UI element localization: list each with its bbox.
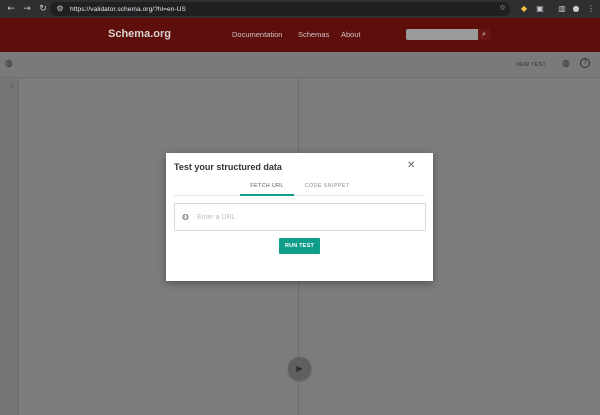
url-field[interactable]: ◍	[174, 203, 426, 231]
menu-icon[interactable]: ⋮	[585, 2, 597, 16]
line-number: 1	[11, 84, 14, 90]
new-test-button[interactable]: NEW TEST	[516, 62, 546, 68]
site-info-icon[interactable]: ⚙	[54, 3, 66, 15]
nav-documentation[interactable]: Documentation	[232, 30, 282, 39]
validator-toolbar: ◍ NEW TEST ◍ ?	[0, 52, 600, 78]
address-bar[interactable]: ⚙ https://validator.schema.org/?hl=en-US…	[50, 2, 510, 16]
test-dialog: Test your structured data ✕ FETCH URL CO…	[166, 153, 433, 281]
nav-schemas[interactable]: Schemas	[298, 30, 329, 39]
help-icon[interactable]: ?	[580, 58, 590, 68]
editor-gutter	[0, 79, 19, 415]
run-test-button[interactable]: RUN TEST	[279, 238, 320, 254]
run-icon[interactable]: ▶	[288, 357, 311, 380]
extensions-icon[interactable]: ▣	[534, 2, 546, 16]
globe-icon: ◍	[5, 59, 13, 69]
close-icon[interactable]: ✕	[407, 160, 415, 171]
site-header: Schema.org Documentation Schemas About ⌕	[0, 18, 600, 52]
site-logo[interactable]: Schema.org	[108, 28, 171, 40]
active-tab-indicator	[240, 194, 294, 196]
tag-extension-icon[interactable]: ◆	[518, 2, 530, 16]
search-input[interactable]	[406, 29, 478, 40]
globe-icon: ◍	[182, 212, 189, 221]
browser-toolbar: ← → ↻ ⚙ https://validator.schema.org/?hl…	[0, 0, 600, 18]
address-text[interactable]: https://validator.schema.org/?hl=en-US	[70, 6, 186, 13]
profile-icon[interactable]: ●	[570, 2, 582, 16]
language-icon[interactable]: ◍	[562, 59, 570, 69]
nav-about[interactable]: About	[341, 30, 361, 39]
tab-code-snippet[interactable]: CODE SNIPPET	[300, 183, 354, 189]
dialog-title: Test your structured data	[174, 162, 282, 172]
search-icon[interactable]: ⌕	[478, 29, 490, 40]
reload-icon[interactable]: ↻	[36, 2, 50, 16]
tab-fetch-url[interactable]: FETCH URL	[240, 183, 294, 189]
sidebar-icon[interactable]: ▥	[556, 2, 568, 16]
tabs-divider	[174, 195, 425, 196]
forward-icon[interactable]: →	[20, 2, 34, 16]
star-icon[interactable]: ☆	[499, 3, 506, 12]
url-input[interactable]	[197, 214, 397, 221]
back-icon[interactable]: ←	[4, 2, 18, 16]
